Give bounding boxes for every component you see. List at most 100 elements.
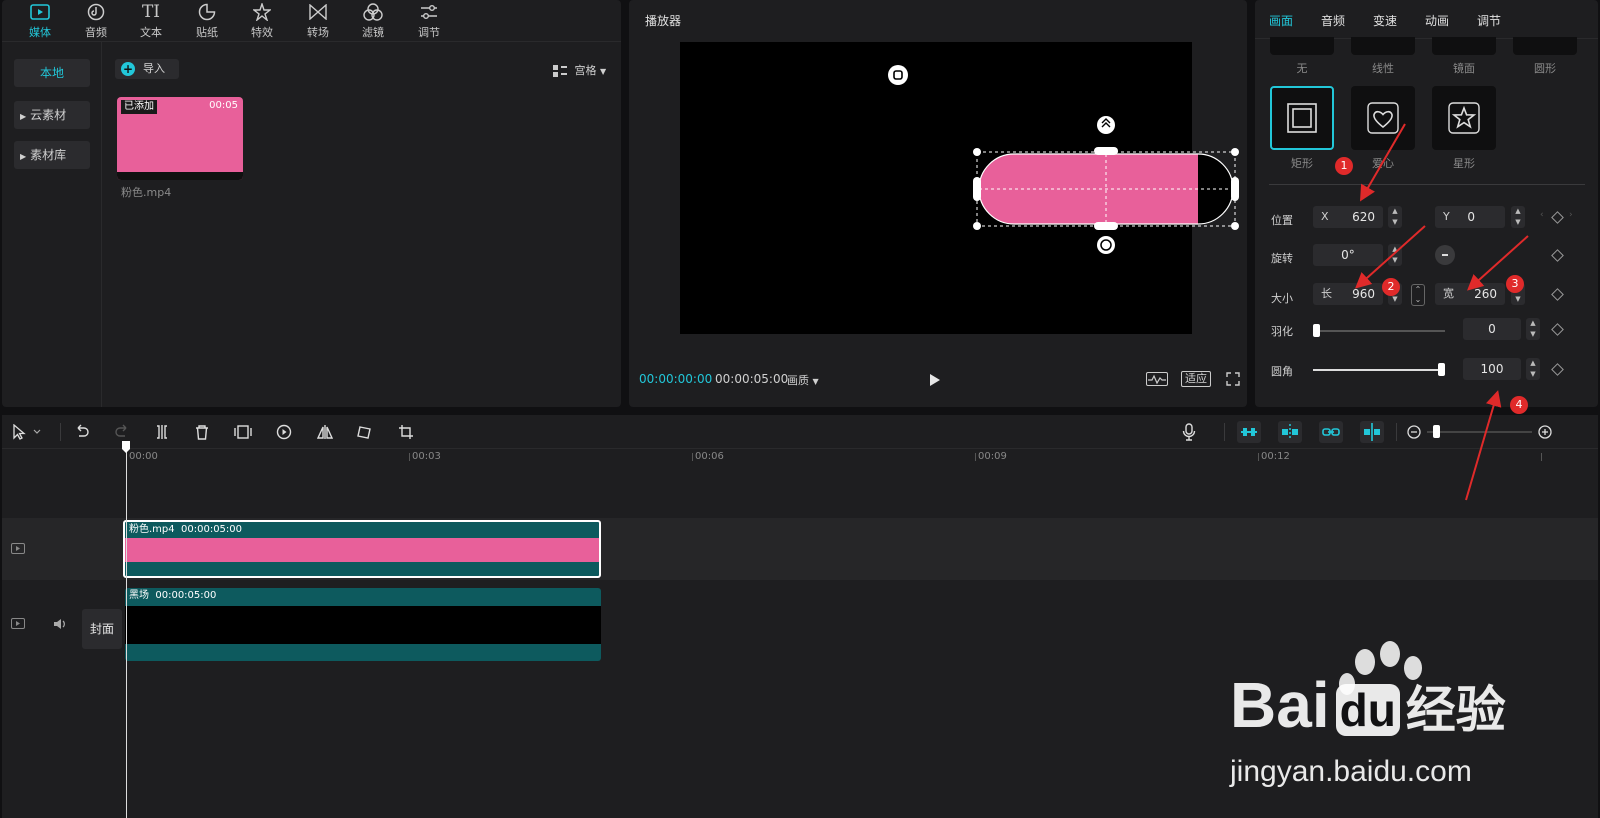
rotate-icon[interactable] [357,424,373,440]
transition-icon [309,4,327,20]
fullscreen-button[interactable] [1226,372,1240,386]
keyframe-position-icon[interactable] [1551,211,1564,224]
corner-stepper[interactable]: ▲ ▼ [1526,358,1540,380]
corner-slider-knob[interactable] [1438,363,1445,376]
corner-slider[interactable] [1313,369,1445,371]
watermark-brand-c: 经验 [1405,682,1506,738]
mask-circle[interactable] [1513,37,1577,55]
zoom-slider[interactable] [1427,431,1532,433]
size-width-field[interactable]: 宽 260 [1435,283,1505,305]
tab-audio[interactable]: 音频 [1321,12,1345,29]
tab-adjust[interactable]: 调节 [1477,12,1501,29]
position-x-field[interactable]: X 620 [1313,206,1383,228]
feather-stepper[interactable]: ▲ ▼ [1526,318,1540,340]
mask-rectangle[interactable] [1270,86,1334,150]
microphone-icon[interactable] [1182,423,1196,441]
feather-field[interactable]: 0 [1463,318,1521,340]
undo-icon[interactable] [74,424,90,440]
tool-adjust[interactable]: 调节 [401,0,457,42]
mask-mirror[interactable] [1432,37,1496,55]
position-label: 位置 [1271,214,1293,227]
tab-animation[interactable]: 动画 [1425,12,1449,29]
tool-filter[interactable]: 滤镜 [345,0,401,42]
rotation-dial[interactable] [1435,245,1455,265]
sidebar-item-cloud[interactable]: ▶ 云素材 [14,101,90,129]
main-track-magnet-toggle[interactable] [1237,421,1261,443]
mask-linear[interactable] [1351,37,1415,55]
cover-button[interactable]: 封面 [82,609,122,649]
tab-picture[interactable]: 画面 [1269,12,1293,29]
grid-view-toggle[interactable]: 宫格 ▼ [553,62,606,78]
ruler-label: 00:12 [1261,451,1290,462]
crop-icon[interactable] [398,424,414,440]
sticker-icon [198,3,216,21]
tool-text[interactable]: TI 文本 [123,0,179,42]
media-icon [30,4,50,20]
tool-audio[interactable]: 音频 [68,0,124,42]
playhead[interactable] [126,441,127,818]
added-badge: 已添加 [121,100,157,114]
ruler-label: 00:06 [695,451,724,462]
main-track-icon[interactable] [11,618,25,629]
select-tool-icon[interactable] [12,424,42,440]
feather-slider[interactable] [1313,330,1445,332]
timeline-clip-black[interactable]: 黑场 00:00:05:00 [125,588,601,661]
mask-circle-label: 圆形 [1534,62,1556,75]
waveform-toggle[interactable] [1146,372,1168,386]
mirror-icon[interactable] [317,424,333,440]
adjust-icon [421,5,437,19]
preview-axis-toggle[interactable] [1360,421,1384,443]
mask-none[interactable] [1270,37,1334,55]
feather-slider-knob[interactable] [1313,324,1320,337]
total-time: 00:00:05:00 [715,372,789,386]
position-y-stepper[interactable]: ▲ ▼ [1511,206,1525,228]
freeze-frame-icon[interactable] [234,424,252,440]
keyframe-feather-icon[interactable] [1551,323,1564,336]
tab-speed[interactable]: 变速 [1373,12,1397,29]
play-button[interactable] [929,373,941,387]
position-x-stepper[interactable]: ▲ ▼ [1388,206,1402,228]
quality-dropdown[interactable]: 画质 ▼ [787,372,819,388]
keyframe-size-icon[interactable] [1551,288,1564,301]
corner-field[interactable]: 100 [1463,358,1521,380]
keyframe-prev-icon[interactable]: ‹ [1540,210,1544,220]
play-reverse-icon[interactable] [276,424,292,440]
rotation-label: 旋转 [1271,252,1293,265]
rotation-field[interactable]: 0° [1313,244,1383,266]
tool-transition[interactable]: 转场 [290,0,346,42]
keyframe-corner-icon[interactable] [1551,363,1564,376]
aspect-lock-icon[interactable]: ⌃ ⌄ [1411,284,1425,306]
tool-media[interactable]: 媒体 [12,0,68,42]
import-button[interactable]: + 导入 [115,59,179,79]
tool-sticker[interactable]: 贴纸 [179,0,235,42]
speaker-icon[interactable] [53,618,67,630]
import-label: 导入 [143,62,165,75]
zoom-out-icon[interactable] [1407,425,1421,439]
video-track-icon[interactable] [11,543,25,554]
redo-icon[interactable] [114,424,130,440]
mask-handle-icon[interactable] [888,65,908,85]
delete-icon[interactable] [194,424,210,440]
auto-snap-toggle[interactable] [1278,421,1302,443]
linkage-toggle[interactable] [1319,421,1343,443]
keyframe-next-icon[interactable]: › [1569,210,1573,220]
mask-star[interactable] [1432,86,1496,150]
sidebar-item-local[interactable]: 本地 [14,59,90,87]
media-clip-thumbnail[interactable]: 已添加 00:05 [117,97,243,180]
tool-effects[interactable]: 特效 [234,0,290,42]
fit-ratio-button[interactable]: 适应 [1181,371,1211,387]
play-icon [930,374,940,386]
playhead-handle-icon[interactable] [121,441,131,453]
rotation-stepper[interactable]: ▲ ▼ [1388,244,1402,266]
sidebar-item-library[interactable]: ▶ 素材库 [14,141,90,169]
zoom-slider-knob[interactable] [1433,425,1440,438]
mask-heart[interactable] [1351,86,1415,150]
timeline-clip-pink[interactable]: 粉色.mp4 00:00:05:00 [123,520,601,578]
keyframe-rotation-icon[interactable] [1551,249,1564,262]
split-icon[interactable] [154,424,170,440]
preview-shape-selection[interactable] [972,116,1242,256]
position-y-field[interactable]: Y 0 [1435,206,1505,228]
size-length-field[interactable]: 长 960 [1313,283,1383,305]
zoom-in-icon[interactable] [1538,425,1552,439]
tool-sticker-label: 贴纸 [196,26,218,39]
